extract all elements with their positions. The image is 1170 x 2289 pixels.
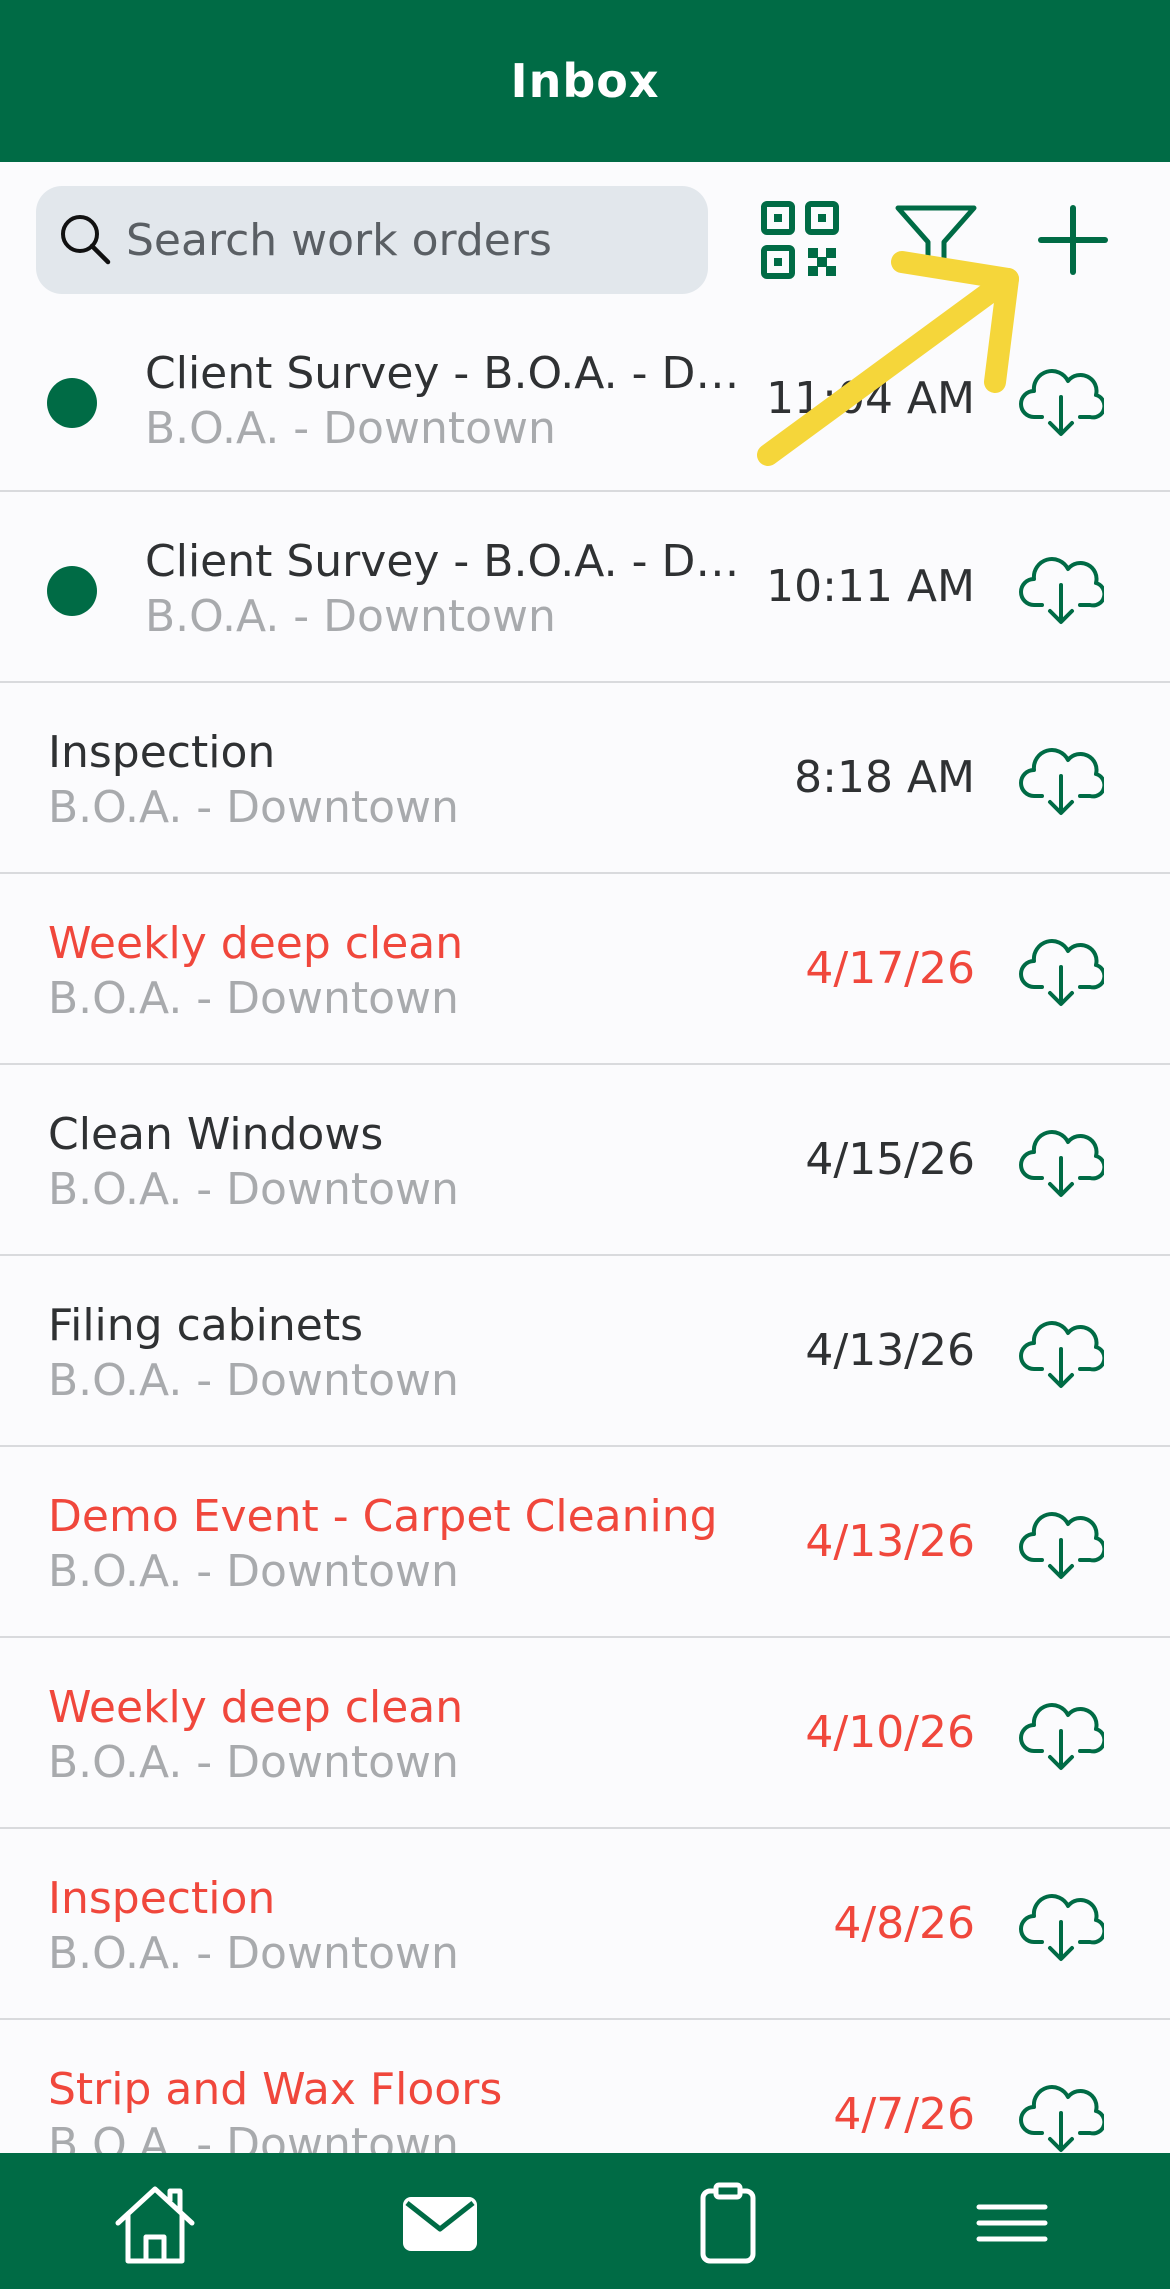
cloud-download-icon[interactable] bbox=[1018, 1884, 1104, 1964]
list-item[interactable]: Client Survey - B.O.A. - Do… B.O.A. - Dow… bbox=[0, 312, 1170, 492]
work-order-location: B.O.A. - Downtown bbox=[48, 1164, 459, 1215]
work-order-title: Client Survey - B.O.A. - Do… bbox=[145, 536, 755, 587]
work-order-title: Clean Windows bbox=[48, 1109, 384, 1160]
plus-icon[interactable] bbox=[1025, 192, 1121, 288]
work-order-location: B.O.A. - Downtown bbox=[48, 1928, 459, 1979]
work-order-location: B.O.A. - Downtown bbox=[48, 1546, 459, 1597]
filter-icon[interactable] bbox=[888, 192, 984, 288]
list-item[interactable]: Inspection B.O.A. - Downtown 8:18 AM bbox=[0, 683, 1170, 874]
work-order-location: B.O.A. - Downtown bbox=[48, 973, 459, 1024]
cloud-download-icon[interactable] bbox=[1018, 2075, 1104, 2154]
page-title: Inbox bbox=[510, 54, 660, 108]
work-order-title: Client Survey - B.O.A. - Do… bbox=[145, 348, 755, 399]
work-order-date: 4/15/26 bbox=[805, 1134, 975, 1185]
cloud-download-icon[interactable] bbox=[1018, 1502, 1104, 1582]
list-item[interactable]: Weekly deep clean B.O.A. - Downtown 4/17/2… bbox=[0, 874, 1170, 1065]
work-order-date: 8:18 AM bbox=[794, 752, 975, 803]
list-item[interactable]: Client Survey - B.O.A. - Do… B.O.A. - Dow… bbox=[0, 492, 1170, 683]
cloud-download-icon[interactable] bbox=[1018, 738, 1104, 818]
work-order-date: 11:04 AM bbox=[766, 373, 975, 424]
work-order-date: 4/8/26 bbox=[833, 1898, 975, 1949]
list-item[interactable]: Clean Windows B.O.A. - Downtown 4/15/26 bbox=[0, 1065, 1170, 1256]
clipboard-icon[interactable] bbox=[683, 2181, 773, 2265]
work-order-location: B.O.A. - Downtown bbox=[145, 591, 556, 642]
tab-bar bbox=[0, 2153, 1170, 2289]
unread-indicator bbox=[47, 378, 97, 428]
list-item[interactable]: Weekly deep clean B.O.A. - Downtown 4/10/2… bbox=[0, 1638, 1170, 1829]
cloud-download-icon[interactable] bbox=[1018, 1311, 1104, 1391]
work-order-title: Demo Event - Carpet Cleaning bbox=[48, 1491, 718, 1542]
list-item[interactable]: Filing cabinets B.O.A. - Downtown 4/13/26 bbox=[0, 1256, 1170, 1447]
menu-icon[interactable] bbox=[967, 2181, 1057, 2265]
work-order-location: B.O.A. - Downtown bbox=[145, 403, 556, 454]
work-order-title: Filing cabinets bbox=[48, 1300, 364, 1351]
toolbar bbox=[0, 162, 1170, 312]
list-item[interactable]: Inspection B.O.A. - Downtown 4/8/26 bbox=[0, 1829, 1170, 2020]
unread-indicator bbox=[47, 566, 97, 616]
work-order-title: Inspection bbox=[48, 1873, 276, 1924]
search-bar[interactable] bbox=[36, 186, 708, 294]
work-order-location: B.O.A. - Downtown bbox=[48, 2119, 459, 2154]
work-order-date: 4/10/26 bbox=[805, 1707, 975, 1758]
work-order-location: B.O.A. - Downtown bbox=[48, 1737, 459, 1788]
work-order-title: Weekly deep clean bbox=[48, 918, 464, 969]
app-header: Inbox bbox=[0, 0, 1170, 162]
work-order-title: Strip and Wax Floors bbox=[48, 2064, 503, 2115]
list-item[interactable]: Strip and Wax Floors B.O.A. - Downtown 4/7… bbox=[0, 2020, 1170, 2154]
work-order-date: 4/17/26 bbox=[805, 943, 975, 994]
qr-code-icon[interactable] bbox=[752, 192, 848, 288]
work-order-location: B.O.A. - Downtown bbox=[48, 782, 459, 833]
search-icon bbox=[61, 215, 111, 265]
cloud-download-icon[interactable] bbox=[1018, 1120, 1104, 1200]
cloud-download-icon[interactable] bbox=[1018, 547, 1104, 627]
work-order-title: Inspection bbox=[48, 727, 276, 778]
mail-icon[interactable] bbox=[395, 2181, 485, 2265]
search-input[interactable] bbox=[126, 186, 686, 294]
work-order-list: Client Survey - B.O.A. - Do… B.O.A. - Dow… bbox=[0, 312, 1170, 2154]
work-order-date: 4/7/26 bbox=[833, 2089, 975, 2140]
work-order-title: Weekly deep clean bbox=[48, 1682, 464, 1733]
cloud-download-icon[interactable] bbox=[1018, 1693, 1104, 1773]
cloud-download-icon[interactable] bbox=[1018, 359, 1104, 439]
work-order-date: 4/13/26 bbox=[805, 1325, 975, 1376]
list-item[interactable]: Demo Event - Carpet Cleaning B.O.A. - Dow… bbox=[0, 1447, 1170, 1638]
work-order-location: B.O.A. - Downtown bbox=[48, 1355, 459, 1406]
work-order-date: 10:11 AM bbox=[766, 561, 975, 612]
home-icon[interactable] bbox=[110, 2181, 200, 2265]
cloud-download-icon[interactable] bbox=[1018, 929, 1104, 1009]
work-order-date: 4/13/26 bbox=[805, 1516, 975, 1567]
